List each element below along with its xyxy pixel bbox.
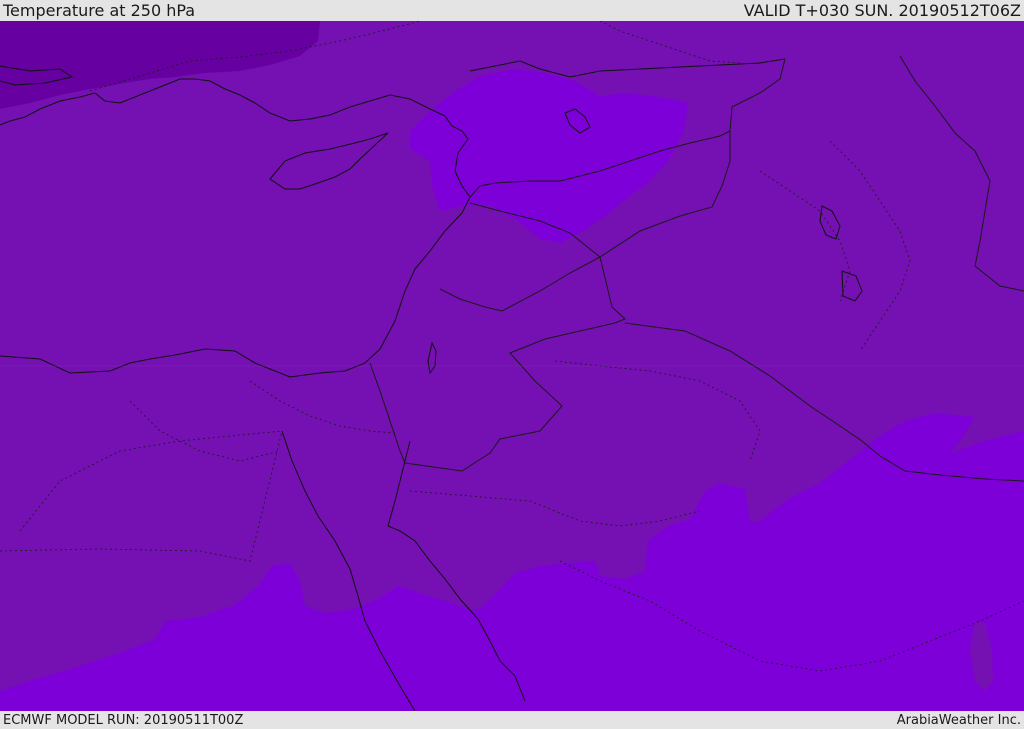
temperature-map <box>0 21 1024 711</box>
map-footer: ECMWF MODEL RUN: 20190511T00Z ArabiaWeat… <box>0 711 1024 729</box>
map-canvas <box>0 21 1024 711</box>
valid-time: VALID T+030 SUN. 20190512T06Z <box>743 1 1021 20</box>
map-title: Temperature at 250 hPa <box>3 1 196 20</box>
model-run: ECMWF MODEL RUN: 20190511T00Z <box>3 712 244 728</box>
map-header: Temperature at 250 hPa VALID T+030 SUN. … <box>0 0 1024 21</box>
credit: ArabiaWeather Inc. <box>896 712 1021 728</box>
